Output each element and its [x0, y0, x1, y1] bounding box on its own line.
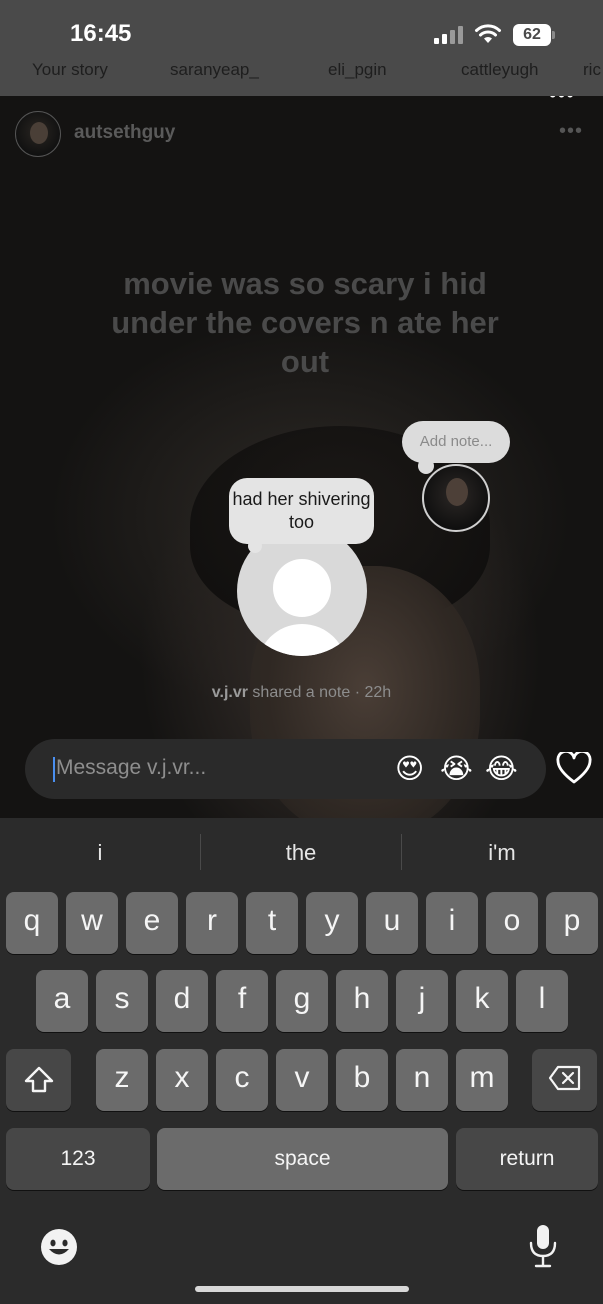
wifi-icon [475, 24, 501, 43]
heart-eyes-reaction-button[interactable]: 😍 [395, 753, 424, 785]
emoji-keyboard-icon[interactable] [40, 1228, 78, 1266]
return-key[interactable]: return [456, 1128, 598, 1190]
key-k[interactable]: k [456, 970, 508, 1032]
like-heart-icon[interactable] [556, 752, 592, 784]
key-p[interactable]: p [546, 892, 598, 954]
key-o[interactable]: o [486, 892, 538, 954]
more-options-icon[interactable]: ••• [549, 96, 575, 108]
delete-key[interactable] [532, 1049, 597, 1111]
friend-note-bubble: had her shivering too [229, 478, 374, 544]
backspace-icon [548, 1065, 580, 1091]
key-d[interactable]: d [156, 970, 208, 1032]
key-f[interactable]: f [216, 970, 268, 1032]
key-y[interactable]: y [306, 892, 358, 954]
text-cursor [53, 757, 55, 782]
key-b[interactable]: b [336, 1049, 388, 1111]
suggestion-2[interactable]: the [201, 840, 401, 866]
own-note-avatar[interactable] [422, 464, 490, 532]
cellular-signal-icon [434, 26, 463, 44]
story-label-your-story[interactable]: Your story [32, 60, 108, 80]
key-h[interactable]: h [336, 970, 388, 1032]
story-options-icon[interactable]: ••• [559, 120, 583, 143]
story-viewer[interactable]: autsethguy ••• ••• movie was so scary i … [0, 96, 603, 818]
message-placeholder: Message v.j.vr... [56, 756, 207, 779]
key-n[interactable]: n [396, 1049, 448, 1111]
stories-strip: Your story saranyeap_ eli_pgin cattleyug… [0, 60, 603, 96]
shared-note-username: v.j.vr [211, 684, 248, 701]
key-l[interactable]: l [516, 970, 568, 1032]
key-a[interactable]: a [36, 970, 88, 1032]
key-c[interactable]: c [216, 1049, 268, 1111]
space-key[interactable]: space [157, 1128, 448, 1190]
key-v[interactable]: v [276, 1049, 328, 1111]
keyboard: i the i'm q w e r t y u i o p a s d f g … [0, 818, 603, 1304]
suggestion-3[interactable]: i'm [402, 840, 602, 866]
key-j[interactable]: j [396, 970, 448, 1032]
shift-key[interactable] [6, 1049, 71, 1111]
shift-icon [24, 1066, 53, 1093]
story-label[interactable]: ric [583, 60, 601, 80]
story-label[interactable]: eli_pgin [328, 60, 387, 80]
status-bar: 16:45 62 [0, 0, 603, 66]
crying-reaction-button[interactable]: 😭 [440, 753, 473, 785]
suggestion-1[interactable]: i [0, 840, 200, 866]
story-author-avatar[interactable] [15, 111, 61, 157]
key-w[interactable]: w [66, 892, 118, 954]
dictation-mic-icon[interactable] [528, 1223, 558, 1269]
home-indicator[interactable] [195, 1286, 409, 1292]
key-s[interactable]: s [96, 970, 148, 1032]
key-e[interactable]: e [126, 892, 178, 954]
laughing-reaction-button[interactable]: 😂 [485, 753, 518, 785]
key-u[interactable]: u [366, 892, 418, 954]
key-z[interactable]: z [96, 1049, 148, 1111]
battery-level: 62 [513, 24, 551, 46]
add-note-bubble[interactable]: Add note... [402, 421, 510, 463]
key-r[interactable]: r [186, 892, 238, 954]
key-x[interactable]: x [156, 1049, 208, 1111]
shared-note-caption: v.j.vr shared a note · 22h [0, 684, 603, 702]
key-g[interactable]: g [276, 970, 328, 1032]
key-m[interactable]: m [456, 1049, 508, 1111]
shared-note-time: shared a note · 22h [252, 684, 392, 701]
message-input[interactable]: Message v.j.vr... 😍 😭 😂 [25, 739, 546, 799]
clock: 16:45 [70, 20, 132, 47]
key-t[interactable]: t [246, 892, 298, 954]
key-q[interactable]: q [6, 892, 58, 954]
battery-icon: 62 [513, 24, 555, 46]
numbers-key[interactable]: 123 [6, 1128, 150, 1190]
story-label[interactable]: saranyeap_ [170, 60, 259, 80]
story-label[interactable]: cattleyugh [461, 60, 539, 80]
key-i[interactable]: i [426, 892, 478, 954]
story-caption: movie was so scary i hid under the cover… [111, 266, 499, 379]
story-author-username[interactable]: autsethguy [74, 122, 175, 144]
